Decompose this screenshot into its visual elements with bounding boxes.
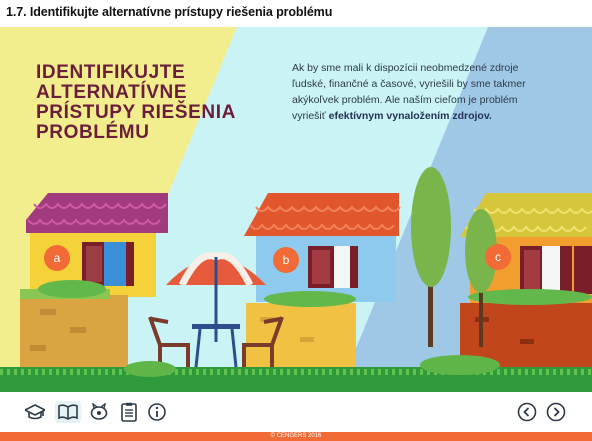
option-c-badge[interactable]: c [485, 244, 511, 270]
slide-paragraph: Ak by sme mali k dispozícii neobmedzené … [292, 60, 532, 124]
next-arrow-icon[interactable] [545, 401, 567, 423]
option-b-badge[interactable]: b [273, 247, 299, 273]
footer-bar: © CENGERS 2016 [0, 432, 592, 441]
graduation-cap-icon[interactable] [24, 401, 46, 423]
prev-arrow-icon[interactable] [516, 401, 538, 423]
paragraph-emphasis: efektívnym vynaložením zdrojov. [328, 110, 492, 122]
book-icon[interactable] [55, 401, 81, 423]
document-icon[interactable] [118, 401, 140, 423]
piggy-bank-icon[interactable] [88, 401, 110, 423]
copyright-text: © CENGERS 2016 [270, 433, 322, 439]
slide-heading: IDENTIFIKUJTE ALTERNATÍVNE PRÍSTUPY RIEŠ… [36, 62, 236, 143]
option-a-badge[interactable]: a [44, 245, 70, 271]
info-icon[interactable] [146, 401, 168, 423]
slide-illustration: IDENTIFIKUJTE ALTERNATÍVNE PRÍSTUPY RIEŠ… [0, 27, 592, 392]
page-title: 1.7. Identifikujte alternatívne prístupy… [6, 5, 333, 19]
title-bar: 1.7. Identifikujte alternatívne prístupy… [0, 0, 592, 27]
bottom-toolbar [0, 392, 592, 432]
